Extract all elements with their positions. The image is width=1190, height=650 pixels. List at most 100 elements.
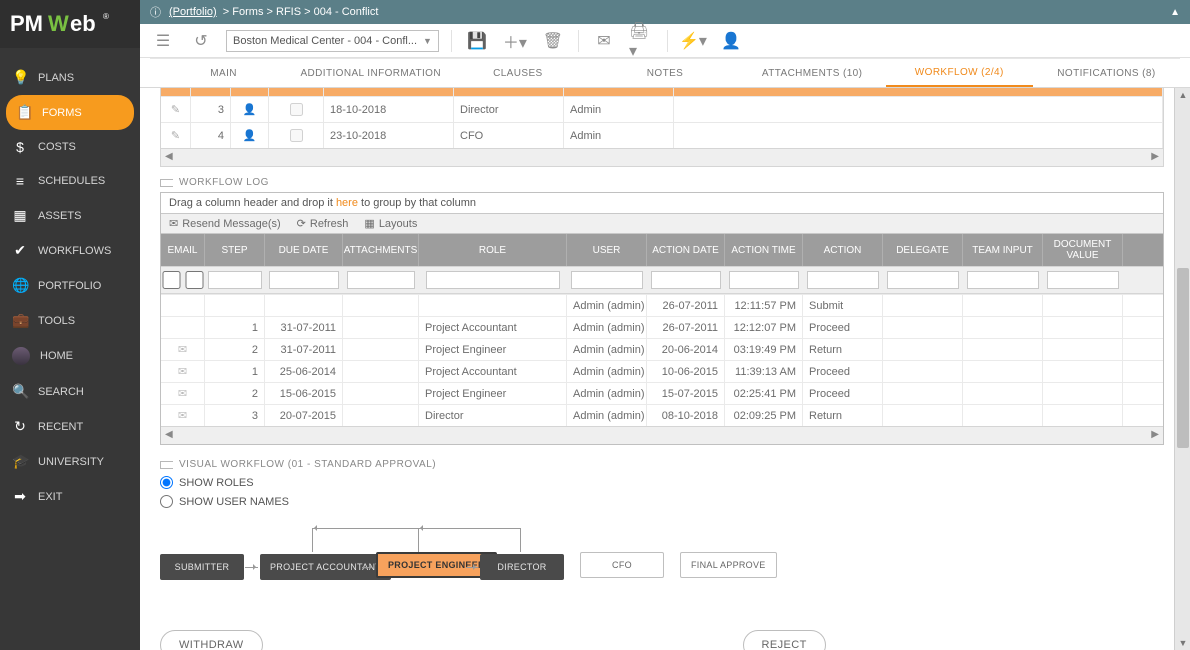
reject-button[interactable]: REJECT (743, 630, 826, 650)
wf-node-director[interactable]: DIRECTOR (480, 554, 564, 580)
sidebar-icon: ↻ (12, 418, 28, 435)
edit-icon[interactable]: ✎ (161, 97, 191, 122)
wf-node-final[interactable]: FINAL APPROVE (680, 552, 777, 578)
app-logo: PMWeb ® (0, 0, 140, 48)
filter-input[interactable] (208, 271, 262, 289)
mail-icon: ✉ (161, 383, 205, 404)
bolt-icon[interactable]: ⚡▾ (680, 28, 706, 54)
edit-icon[interactable]: ✎ (161, 123, 191, 148)
mail-icon: ✉ (161, 361, 205, 382)
scroll-up-icon[interactable]: ▲ (1170, 7, 1180, 18)
filter-input[interactable] (807, 271, 879, 289)
breadcrumb-root[interactable]: (Portfolio) (169, 6, 217, 18)
visual-workflow: SUBMITTER PROJECT ACCOUNTANT PROJECT ENG… (160, 518, 1164, 618)
sidebar-item-label: ASSETS (38, 210, 81, 222)
filter-input[interactable] (651, 271, 721, 289)
tab-workflow-[interactable]: WORKFLOW (2/4) (886, 58, 1033, 87)
workflow-log: Drag a column header and drop it here to… (160, 192, 1164, 445)
refresh-button[interactable]: ⟳ Refresh (297, 217, 349, 230)
horizontal-scrollbar[interactable] (161, 426, 1163, 444)
delete-icon[interactable]: 🗑 (540, 28, 566, 54)
filter-input[interactable] (269, 271, 339, 289)
sidebar-item-schedules[interactable]: ≡SCHEDULES (0, 164, 140, 198)
filter-input[interactable] (1047, 271, 1119, 289)
tab-additional-information[interactable]: ADDITIONAL INFORMATION (297, 58, 444, 87)
sidebar-item-portfolio[interactable]: 🌐PORTFOLIO (0, 268, 140, 303)
svg-text:eb: eb (70, 11, 96, 36)
mail-icon (161, 295, 205, 316)
breadcrumb: ⓘ (Portfolio) > Forms > RFIS > 004 - Con… (140, 0, 1190, 24)
svg-text:W: W (48, 11, 69, 36)
log-header: EMAIL STEP DUE DATE ATTACHMENTS ROLE USE… (161, 234, 1163, 266)
sidebar-item-costs[interactable]: $COSTS (0, 130, 140, 164)
sidebar-item-label: HOME (40, 350, 73, 362)
mail-icon[interactable]: ✉ (591, 28, 617, 54)
show-users-radio[interactable]: SHOW USER NAMES (160, 495, 1164, 508)
filter-input[interactable] (347, 271, 415, 289)
filter-input[interactable] (729, 271, 799, 289)
sidebar-icon: ➡ (12, 488, 28, 505)
sidebar-item-recent[interactable]: ↻ RECENT (0, 409, 140, 444)
sidebar-item-label: PORTFOLIO (38, 280, 101, 292)
resend-button[interactable]: ✉ Resend Message(s) (169, 217, 281, 230)
print-icon[interactable]: 🖨▾ (629, 28, 655, 54)
sidebar: PMWeb ® 💡PLANS 📋 FORMS $COSTS≡SCHEDULES▦ASSE… (0, 0, 140, 650)
sidebar-item-label: COSTS (38, 141, 76, 153)
withdraw-button[interactable]: WITHDRAW (160, 630, 263, 650)
wf-node-cfo[interactable]: CFO (580, 552, 664, 578)
mail-icon (161, 317, 205, 338)
tab-attachments-[interactable]: ATTACHMENTS (10) (739, 58, 886, 87)
sidebar-icon: 📋 (16, 104, 32, 121)
sidebar-item-label: SEARCH (38, 386, 84, 398)
layouts-button[interactable]: ▦ Layouts (364, 217, 417, 230)
history-icon[interactable]: ↺ (188, 28, 214, 54)
sidebar-item-label: FORMS (42, 107, 82, 119)
sidebar-icon: 💼 (12, 312, 28, 329)
table-row: ✉320-07-2015DirectorAdmin (admin)08-10-2… (161, 404, 1163, 426)
section-title: WORKFLOW LOG (160, 177, 1164, 188)
record-select[interactable]: Boston Medical Center - 004 - Confl... (226, 30, 439, 52)
section-title: VISUAL WORKFLOW (01 - STANDARD APPROVAL) (160, 459, 1164, 470)
table-row: 131-07-2011Project AccountantAdmin (admi… (161, 316, 1163, 338)
sidebar-item-label: RECENT (38, 421, 83, 433)
info-icon[interactable]: ⓘ (150, 4, 161, 20)
horizontal-scrollbar[interactable] (161, 148, 1163, 166)
sidebar-item-forms[interactable]: 📋 FORMS (6, 95, 134, 130)
filter-input[interactable] (967, 271, 1039, 289)
svg-text:®: ® (103, 12, 109, 21)
sidebar-item-search[interactable]: 🔍SEARCH (0, 374, 140, 409)
sidebar-icon: ≡ (12, 173, 28, 189)
tab-main[interactable]: MAIN (150, 58, 297, 87)
mail-icon: ✉ (161, 405, 205, 426)
list-icon[interactable]: ☰ (150, 28, 176, 54)
filter-input[interactable] (571, 271, 643, 289)
svg-text:PM: PM (10, 11, 43, 36)
sidebar-item-university[interactable]: 🎓UNIVERSITY (0, 444, 140, 479)
filter-input[interactable] (887, 271, 959, 289)
sidebar-item-home[interactable]: HOME (0, 338, 140, 374)
tab-notes[interactable]: NOTES (591, 58, 738, 87)
user-icon[interactable]: 👤 (718, 28, 744, 54)
table-row: ✉215-06-2015Project EngineerAdmin (admin… (161, 382, 1163, 404)
sidebar-item-label: UNIVERSITY (38, 456, 104, 468)
log-filter-row (161, 266, 1163, 294)
sidebar-icon: ✔ (12, 242, 28, 259)
tab-clauses[interactable]: CLAUSES (444, 58, 591, 87)
table-row: ✎ 4 👤 23-10-2018 CFO Admin (161, 122, 1163, 148)
sidebar-item-plans[interactable]: 💡PLANS (0, 60, 140, 95)
sidebar-item-exit[interactable]: ➡EXIT (0, 479, 140, 514)
filter-input[interactable] (426, 271, 559, 289)
show-roles-radio[interactable]: SHOW ROLES (160, 476, 1164, 489)
sidebar-item-assets[interactable]: ▦ASSETS (0, 198, 140, 233)
add-icon[interactable]: ＋▾ (502, 28, 528, 54)
wf-node-submitter[interactable]: SUBMITTER (160, 554, 244, 580)
avatar (12, 347, 30, 365)
tab-notifications-[interactable]: NOTIFICATIONS (8) (1033, 58, 1180, 87)
table-row: ✉231-07-2011Project EngineerAdmin (admin… (161, 338, 1163, 360)
step-grid: ✎ 3 👤 18-10-2018 Director Admin ✎ 4 👤 (160, 88, 1164, 167)
table-row: ✎ 3 👤 18-10-2018 Director Admin (161, 96, 1163, 122)
vertical-scrollbar[interactable]: ▲ ▼ (1174, 88, 1190, 650)
sidebar-item-tools[interactable]: 💼TOOLS (0, 303, 140, 338)
save-icon[interactable]: 💾 (464, 28, 490, 54)
sidebar-item-workflows[interactable]: ✔WORKFLOWS (0, 233, 140, 268)
